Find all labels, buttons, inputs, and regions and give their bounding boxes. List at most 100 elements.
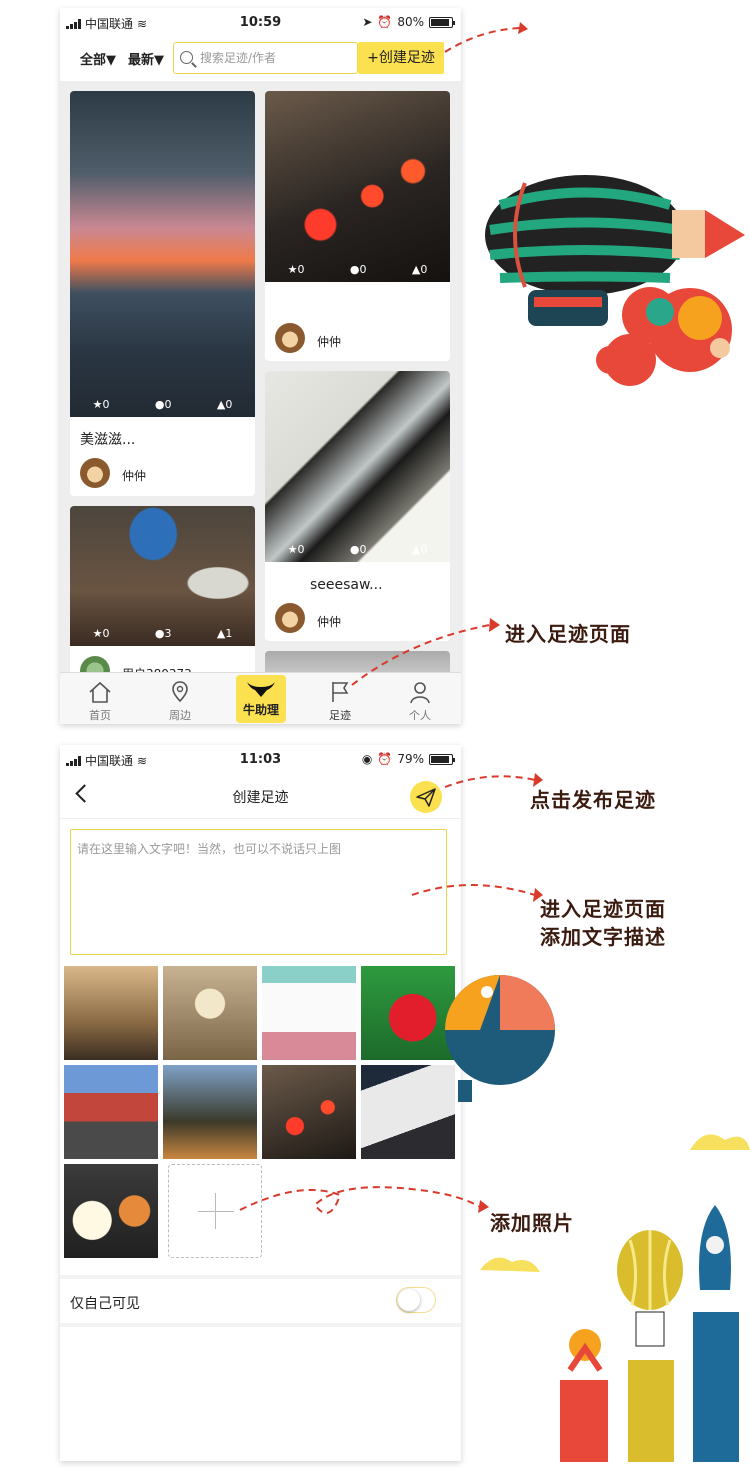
star-icon: ★ xyxy=(92,626,103,640)
star-stat: ★0 xyxy=(93,398,110,411)
like-count: 0 xyxy=(420,542,428,556)
triangle-down-icon: ▼ xyxy=(154,53,165,68)
star-icon: ★ xyxy=(287,542,298,556)
tab-bar: 首页 周边 牛助理 足迹 个人 xyxy=(60,672,461,724)
battery-percent: 79% xyxy=(397,752,424,766)
author-name: 仲仲 xyxy=(122,469,147,483)
page-title: 创建足迹 xyxy=(232,790,289,806)
person-icon xyxy=(410,682,430,704)
like-count: 1 xyxy=(225,626,233,640)
alarm-icon: ⏰ xyxy=(377,15,393,29)
tab-profile[interactable]: 个人 xyxy=(380,673,460,724)
home-icon xyxy=(89,681,111,703)
search-icon xyxy=(180,51,193,64)
photo-thumb[interactable] xyxy=(361,1065,455,1159)
tab-label: 牛助理 xyxy=(242,703,279,717)
tab-footprint[interactable]: 足迹 xyxy=(300,673,380,724)
sort-dropdown[interactable]: 最新▼ xyxy=(128,49,164,68)
feed-card[interactable]: ★0 ●0 ▲0 seeesaw... 仲仲 xyxy=(265,371,450,641)
clouds-illustration xyxy=(596,287,732,386)
card-stats: ★0 ●0 ▲0 xyxy=(265,258,450,280)
star-stat: ★0 xyxy=(93,627,110,640)
comment-count: 0 xyxy=(359,262,367,276)
flag-icon xyxy=(332,682,349,702)
search-input[interactable]: 搜索足迹/作者 xyxy=(173,42,358,74)
feed-grid: ★0 ●0 ▲0 美滋滋... 仲仲 ★0 ●0 ▲0 仲仲 ★0 ●0 ▲0 … xyxy=(60,81,461,674)
podium-illustration xyxy=(480,1134,750,1462)
search-placeholder: 搜索足迹/作者 xyxy=(200,51,277,65)
photo-thumb[interactable] xyxy=(262,966,356,1060)
create-footprint-button[interactable]: +创建足迹 xyxy=(358,42,444,74)
like-stat: ▲0 xyxy=(217,398,232,411)
avatar[interactable] xyxy=(275,603,305,633)
tab-assistant[interactable]: 牛助理 xyxy=(236,675,286,723)
like-count: 0 xyxy=(225,397,233,411)
comment-count: 3 xyxy=(164,626,172,640)
feed-card[interactable] xyxy=(265,651,450,674)
comment-icon: ● xyxy=(154,626,165,640)
photo-thumb[interactable] xyxy=(64,966,158,1060)
private-toggle[interactable] xyxy=(396,1287,436,1313)
tab-home[interactable]: 首页 xyxy=(60,673,140,724)
comment-icon: ● xyxy=(349,542,360,556)
avatar[interactable] xyxy=(80,458,110,488)
map-pin-icon xyxy=(172,681,188,703)
add-photo-button[interactable] xyxy=(168,1164,262,1258)
battery-icon xyxy=(429,753,455,765)
author-name: 仲仲 xyxy=(317,335,342,349)
lock-rotation-icon: ◉ xyxy=(361,752,373,766)
photo-thumb[interactable] xyxy=(163,1065,257,1159)
nav-bar: 创建足迹 xyxy=(60,775,461,819)
photo-thumb[interactable] xyxy=(361,966,455,1060)
feed-card[interactable]: ★0 ●0 ▲0 美滋滋... 仲仲 xyxy=(70,91,255,496)
card-stats: ★0 ●0 ▲0 xyxy=(265,538,450,560)
like-count: 0 xyxy=(420,262,428,276)
photo-grid xyxy=(64,966,456,1260)
card-title: 美滋滋... xyxy=(80,432,136,448)
photo-thumb[interactable] xyxy=(64,1164,158,1258)
status-bar: 中国联通 ≋ 10:59 ➤ ⏰ 80% xyxy=(60,8,461,38)
avatar[interactable] xyxy=(275,323,305,353)
feed-card[interactable]: ★0 ●3 ▲1 用户380373 xyxy=(70,506,255,674)
triangle-down-icon: ▼ xyxy=(106,53,117,68)
photo-thumb[interactable] xyxy=(163,966,257,1060)
watermelon-balloon-illustration xyxy=(485,175,745,326)
comment-icon: ● xyxy=(349,262,360,276)
sort-label: 最新 xyxy=(128,53,155,68)
footprint-feed-screen: 中国联通 ≋ 10:59 ➤ ⏰ 80% 全部▼ 最新▼ 搜索足迹/作者 +创建足迹 … xyxy=(60,8,461,724)
annotation-line-1: 进入足迹页面 xyxy=(540,897,666,921)
comment-icon: ● xyxy=(154,397,165,411)
hot-air-balloon-illustration xyxy=(445,975,555,1102)
comment-stat: ●0 xyxy=(350,263,367,276)
publish-button[interactable] xyxy=(410,781,442,813)
photo-thumb[interactable] xyxy=(262,1065,356,1159)
star-stat: ★0 xyxy=(288,263,305,276)
bull-logo-icon xyxy=(247,682,275,697)
star-icon: ★ xyxy=(287,262,298,276)
location-icon: ➤ xyxy=(362,15,373,29)
annotation-line-2: 添加文字描述 xyxy=(540,925,666,949)
tab-label: 周边 xyxy=(169,709,191,722)
create-footprint-screen: 中国联通 ≋ 11:03 ◉ ⏰ 79% 创建足迹 请在这里输入文字吧！当然，也可以不… xyxy=(60,745,461,1461)
card-stats: ★0 ●3 ▲1 xyxy=(70,622,255,644)
alarm-icon: ⏰ xyxy=(377,752,393,766)
divider xyxy=(60,1323,461,1327)
annotation-enter-footprint-2: 进入足迹页面 添加文字描述 xyxy=(540,895,666,951)
annotation-click-publish: 点击发布足迹 xyxy=(530,788,656,812)
photo-thumb[interactable] xyxy=(64,1065,158,1159)
category-dropdown[interactable]: 全部▼ xyxy=(80,49,116,68)
private-visibility-row: 仅自己可见 xyxy=(60,1279,461,1325)
tab-nearby[interactable]: 周边 xyxy=(140,673,220,724)
annotation-enter-footprint: 进入足迹页面 xyxy=(505,622,631,646)
tab-label: 首页 xyxy=(89,709,111,722)
star-count: 0 xyxy=(297,542,305,556)
private-label: 仅自己可见 xyxy=(70,1296,140,1312)
like-stat: ▲0 xyxy=(412,263,427,276)
feed-card[interactable]: ★0 ●0 ▲0 仲仲 xyxy=(265,91,450,361)
like-stat: ▲1 xyxy=(217,627,232,640)
star-count: 0 xyxy=(102,397,110,411)
comment-stat: ●0 xyxy=(155,398,172,411)
tab-label: 足迹 xyxy=(329,709,351,722)
description-textarea[interactable]: 请在这里输入文字吧！当然，也可以不说话只上图 xyxy=(70,829,447,955)
comment-stat: ●0 xyxy=(350,543,367,556)
